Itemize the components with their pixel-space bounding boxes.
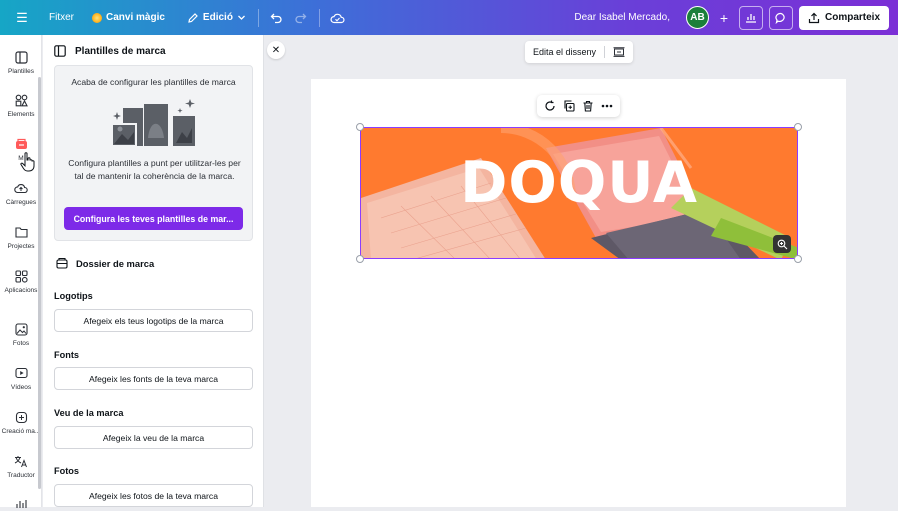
rail-item-label: Creació ma...	[1, 428, 41, 435]
top-bar: ☰ Fitxer Canvi màgic Edició Dear Isabel …	[0, 0, 898, 35]
template-icon	[54, 45, 66, 57]
resize-handle[interactable]	[794, 123, 802, 131]
photo-icon	[13, 321, 29, 337]
panel-title: Plantilles de marca	[75, 45, 166, 57]
card-body: Configura plantilles a punt per utilitza…	[68, 158, 241, 181]
chart-icon	[13, 495, 29, 511]
rail-item-videos[interactable]: Vídeos	[0, 365, 42, 391]
rail-item-projects[interactable]: Projectes	[0, 224, 42, 250]
delete-icon[interactable]	[581, 99, 595, 113]
brand-kit-icon	[56, 257, 68, 269]
close-panel-button[interactable]: ✕	[267, 41, 285, 59]
brand-kit-header[interactable]: Dossier de marca	[56, 257, 154, 269]
avatar[interactable]: AB	[685, 6, 709, 29]
magic-switch-button[interactable]: Canvi màgic	[86, 6, 171, 30]
upload-cloud-icon	[13, 180, 29, 196]
brand-templates-panel: Plantilles de marca Acaba de configurar …	[43, 35, 264, 507]
add-logos-button[interactable]: Afegeix els teus logotips de la marca	[54, 309, 253, 332]
pencil-icon	[188, 12, 198, 23]
rotate-icon[interactable]	[543, 99, 557, 113]
rail-item-label: Aplicacions	[4, 287, 38, 294]
toolbar-divider	[318, 8, 320, 27]
rail-scrollbar[interactable]	[38, 77, 41, 489]
side-rail: Plantilles Elements M Càrregues Projecte…	[0, 35, 42, 508]
share-upload-icon	[808, 12, 820, 23]
insights-chart-icon[interactable]	[738, 5, 763, 30]
resize-handle[interactable]	[794, 255, 802, 263]
element-toolbar	[537, 95, 620, 117]
section-title-logos: Logotips	[54, 291, 93, 301]
apps-icon	[13, 268, 29, 284]
user-greeting: Dear Isabel Mercado,	[574, 12, 670, 23]
add-brand-voice-button[interactable]: Afegeix la veu de la marca	[54, 426, 253, 449]
comment-icon[interactable]	[768, 5, 793, 30]
rail-item-label: Fotos	[12, 340, 30, 347]
brand-templates-card: Acaba de configurar les plantilles de ma…	[54, 65, 253, 241]
video-icon	[13, 365, 29, 381]
add-photos-button[interactable]: Afegeix les fotos de la teva marca	[54, 484, 253, 507]
toolbar-divider	[257, 8, 259, 27]
rail-item-magic-create[interactable]: Creació ma...	[0, 409, 42, 435]
undo-icon[interactable]	[265, 6, 289, 30]
edit-design-button[interactable]: Edita el disseny	[533, 47, 596, 57]
chevron-down-icon	[237, 15, 245, 20]
pill-divider	[604, 46, 606, 58]
translate-icon	[13, 453, 29, 469]
rail-item-apps[interactable]: Aplicacions	[0, 268, 42, 294]
more-options-icon[interactable]	[600, 99, 614, 113]
edit-mode-label: Edició	[202, 12, 233, 23]
templates-illustration	[111, 99, 195, 147]
section-title-fonts: Fonts	[54, 350, 80, 360]
edit-mode-dropdown[interactable]: Edició	[181, 6, 252, 30]
elements-icon	[13, 92, 29, 108]
panel-header: Plantilles de marca	[54, 45, 166, 57]
rail-item-translator[interactable]: Traductor	[0, 453, 42, 479]
banner-image[interactable]: DOQUA	[360, 127, 798, 259]
rail-item-label: Traductor	[7, 472, 35, 479]
rail-item-photos[interactable]: Fotos	[0, 321, 42, 347]
magic-sparkle-icon	[92, 12, 102, 23]
share-label: Comparteix	[824, 12, 880, 23]
section-title-brand-voice: Veu de la marca	[54, 408, 124, 418]
magic-switch-label: Canvi màgic	[106, 12, 165, 23]
rail-item-label: Plantilles	[7, 68, 34, 75]
close-icon: ✕	[271, 44, 281, 56]
rail-item-uploads[interactable]: Càrregues	[0, 180, 42, 206]
share-button[interactable]: Comparteix	[798, 5, 889, 30]
redo-icon[interactable]	[289, 6, 313, 30]
rail-item-label: Projectes	[7, 243, 35, 250]
resize-handle[interactable]	[356, 255, 364, 263]
add-fonts-button[interactable]: Afegeix les fonts de la teva marca	[54, 367, 253, 390]
banner-title: DOQUA	[460, 150, 698, 216]
card-title: Acaba de configurar les plantilles de ma…	[71, 77, 236, 87]
folder-icon	[13, 224, 29, 240]
rail-item-templates[interactable]: Plantilles	[0, 49, 42, 75]
notes-icon[interactable]	[613, 47, 625, 57]
duplicate-icon[interactable]	[562, 99, 576, 113]
rail-item-label: Elements	[7, 111, 35, 118]
resize-handle[interactable]	[356, 123, 364, 131]
hamburger-menu-icon[interactable]: ☰	[11, 10, 33, 26]
zoom-in-icon[interactable]	[773, 235, 791, 253]
rail-item-more[interactable]	[0, 495, 42, 511]
section-title-photos: Fotos	[54, 466, 80, 476]
add-collaborator-icon[interactable]: +	[715, 10, 733, 26]
magic-create-icon	[13, 409, 29, 425]
edit-design-bar: Edita el disseny	[525, 41, 634, 63]
file-menu-button[interactable]: Fitxer	[43, 6, 80, 30]
brand-kit-title: Dossier de marca	[76, 257, 155, 269]
setup-templates-button[interactable]: Configura les teves plantilles de mar...	[64, 207, 243, 230]
rail-item-elements[interactable]: Elements	[0, 92, 42, 118]
hand-cursor-icon	[20, 152, 35, 172]
rail-item-label: Càrregues	[5, 199, 37, 206]
template-icon	[13, 49, 29, 65]
cloud-save-icon[interactable]	[326, 6, 350, 30]
file-menu-label: Fitxer	[49, 12, 74, 23]
canvas-workspace: ✕ Edita el disseny DOQUA	[264, 35, 898, 507]
rail-item-label: Vídeos	[10, 384, 32, 391]
brand-icon	[13, 136, 29, 152]
